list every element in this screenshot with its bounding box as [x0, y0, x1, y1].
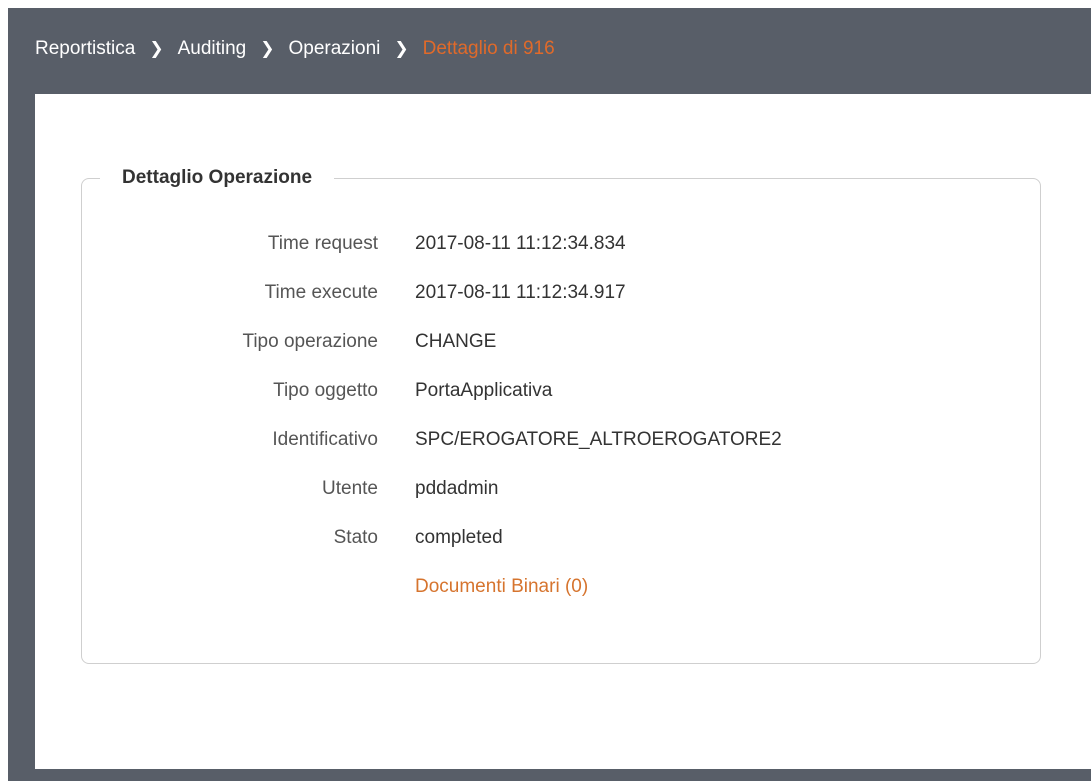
field-value: 2017-08-11 11:12:34.917 [415, 281, 626, 303]
field-value: completed [415, 526, 503, 548]
breadcrumb-current: Dettaglio di 916 [422, 38, 555, 59]
field-label: Stato [333, 526, 378, 548]
field-label: Time request [267, 232, 378, 254]
breadcrumb-operazioni[interactable]: Operazioni [289, 38, 381, 60]
app-frame: Reportistica ❯ Auditing ❯ Operazioni ❯ D… [8, 8, 1091, 781]
documenti-binari-link[interactable]: Documenti Binari (0) [415, 576, 588, 598]
field-label: Time execute [264, 281, 378, 303]
field-value: PortaApplicativa [415, 379, 553, 401]
breadcrumb-reportistica[interactable]: Reportistica [35, 38, 135, 60]
chevron-right-icon: ❯ [149, 39, 164, 58]
breadcrumb: Reportistica ❯ Auditing ❯ Operazioni ❯ D… [8, 8, 1091, 90]
field-value: pddadmin [415, 477, 499, 499]
detail-row-time-execute: Time execute 2017-08-11 11:12:34.917 [82, 268, 1040, 317]
breadcrumb-auditing[interactable]: Auditing [178, 38, 247, 60]
field-value: CHANGE [415, 330, 497, 352]
detail-rows: Time request 2017-08-11 11:12:34.834 Tim… [82, 219, 1040, 611]
detail-row-utente: Utente pddadmin [82, 464, 1040, 513]
chevron-right-icon: ❯ [260, 39, 275, 58]
detail-row-identificativo: Identificativo SPC/EROGATORE_ALTROEROGAT… [82, 415, 1040, 464]
content-panel: Dettaglio Operazione Time request 2017-0… [35, 94, 1091, 769]
field-label: Tipo operazione [242, 330, 378, 352]
field-value: SPC/EROGATORE_ALTROEROGATORE2 [415, 428, 782, 450]
field-value: 2017-08-11 11:12:34.834 [415, 232, 626, 254]
field-label: Tipo oggetto [273, 379, 378, 401]
detail-row-tipo-oggetto: Tipo oggetto PortaApplicativa [82, 366, 1040, 415]
detail-row-tipo-operazione: Tipo operazione CHANGE [82, 317, 1040, 366]
field-label: Identificativo [272, 428, 378, 450]
fieldset-legend: Dettaglio Operazione [100, 166, 335, 190]
field-label: Utente [322, 477, 378, 499]
detail-row-documenti: Documenti Binari (0) [82, 562, 1040, 611]
detail-row-stato: Stato completed [82, 513, 1040, 562]
chevron-right-icon: ❯ [394, 39, 409, 58]
detail-row-time-request: Time request 2017-08-11 11:12:34.834 [82, 219, 1040, 268]
detail-fieldset: Dettaglio Operazione Time request 2017-0… [81, 166, 1041, 664]
